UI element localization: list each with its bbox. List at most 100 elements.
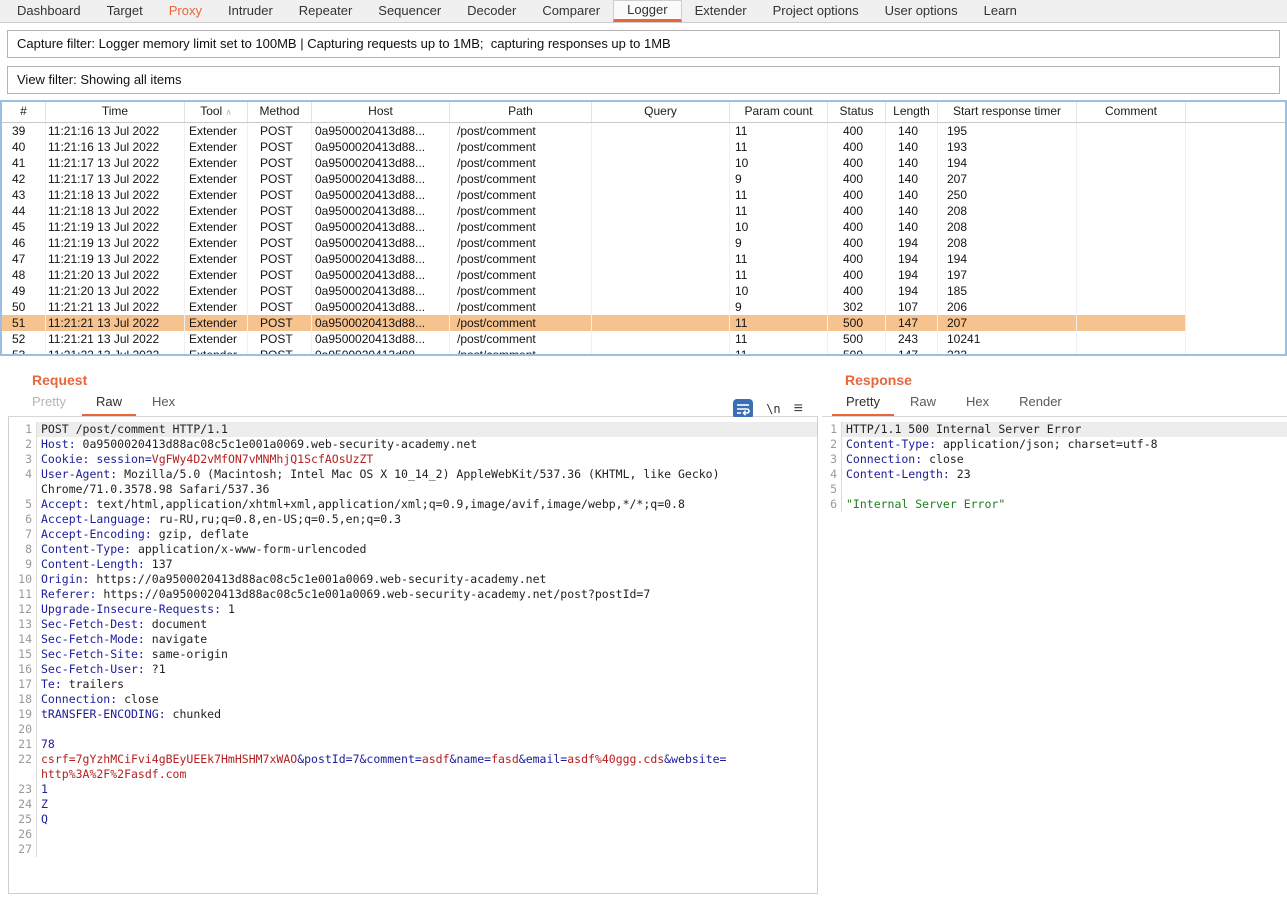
cell: POST: [248, 219, 312, 235]
word-wrap-icon[interactable]: [733, 399, 753, 419]
tab-raw[interactable]: Raw: [896, 390, 950, 416]
editor-line: 24Z: [9, 797, 817, 812]
cell: 45: [2, 219, 46, 235]
line-number: 6: [822, 497, 842, 512]
view-filter-bar[interactable]: View filter: Showing all items: [7, 66, 1280, 94]
table-row[interactable]: 5111:21:21 13 Jul 2022ExtenderPOST0a9500…: [2, 315, 1186, 331]
capture-filter-bar[interactable]: Capture filter: Logger memory limit set …: [7, 30, 1280, 58]
cell: 11: [730, 187, 828, 203]
tab-render[interactable]: Render: [1005, 390, 1076, 416]
table-row[interactable]: 3911:21:16 13 Jul 2022ExtenderPOST0a9500…: [2, 123, 1186, 139]
cell: 400: [828, 267, 886, 283]
line-content: Z: [37, 797, 817, 812]
cell: [592, 235, 730, 251]
cell: 0a9500020413d88...: [312, 251, 450, 267]
line-number: 9: [9, 557, 37, 572]
cell: POST: [248, 299, 312, 315]
column-header-startresponsetimer[interactable]: Start response timer: [938, 102, 1077, 122]
table-row[interactable]: 4611:21:19 13 Jul 2022ExtenderPOST0a9500…: [2, 235, 1186, 251]
cell: POST: [248, 171, 312, 187]
tab-dashboard[interactable]: Dashboard: [4, 0, 94, 22]
cell: 0a9500020413d88...: [312, 299, 450, 315]
table-row[interactable]: 5011:21:21 13 Jul 2022ExtenderPOST0a9500…: [2, 299, 1186, 315]
table-row[interactable]: 4111:21:17 13 Jul 2022ExtenderPOST0a9500…: [2, 155, 1186, 171]
cell: /post/comment: [450, 123, 592, 139]
table-row[interactable]: 4211:21:17 13 Jul 2022ExtenderPOST0a9500…: [2, 171, 1186, 187]
response-editor[interactable]: 1HTTP/1.1 500 Internal Server Error2Cont…: [822, 417, 1287, 900]
cell: [592, 331, 730, 347]
cell: Extender: [185, 347, 248, 355]
table-row[interactable]: 4911:21:20 13 Jul 2022ExtenderPOST0a9500…: [2, 283, 1186, 299]
cell: /post/comment: [450, 315, 592, 331]
column-header-method[interactable]: Method: [248, 102, 312, 122]
tab-learn[interactable]: Learn: [971, 0, 1030, 22]
newline-toggle-icon[interactable]: \n: [766, 402, 780, 416]
editor-line: 8Content-Type: application/x-www-form-ur…: [9, 542, 817, 557]
column-header-query[interactable]: Query: [592, 102, 730, 122]
table-row[interactable]: 5311:21:22 13 Jul 2022ExtenderPOST0a9500…: [2, 347, 1186, 355]
line-content: http%3A%2F%2Fasdf.com: [37, 767, 817, 782]
cell: 52: [2, 331, 46, 347]
cell: POST: [248, 235, 312, 251]
editor-line: 20: [9, 722, 817, 737]
cell: 194: [886, 251, 938, 267]
editor-line: 27: [9, 842, 817, 857]
cell: 42: [2, 171, 46, 187]
column-header-[interactable]: #: [2, 102, 46, 122]
tab-hex[interactable]: Hex: [952, 390, 1003, 416]
tab-user-options[interactable]: User options: [872, 0, 971, 22]
cell: [1077, 299, 1186, 315]
cell: 40: [2, 139, 46, 155]
tab-comparer[interactable]: Comparer: [529, 0, 613, 22]
column-header-tool[interactable]: Tool∧: [185, 102, 248, 122]
cell: /post/comment: [450, 331, 592, 347]
editor-line: 11Referer: https://0a9500020413d88ac08c5…: [9, 587, 817, 602]
tab-target[interactable]: Target: [94, 0, 156, 22]
cell: 207: [938, 315, 1077, 331]
column-header-host[interactable]: Host: [312, 102, 450, 122]
cell: 11:21:21 13 Jul 2022: [46, 331, 185, 347]
tab-intruder[interactable]: Intruder: [215, 0, 286, 22]
cell: 11:21:20 13 Jul 2022: [46, 283, 185, 299]
request-editor[interactable]: 1POST /post/comment HTTP/1.12Host: 0a950…: [8, 417, 818, 894]
table-row[interactable]: 4811:21:20 13 Jul 2022ExtenderPOST0a9500…: [2, 267, 1186, 283]
tab-extender[interactable]: Extender: [682, 0, 760, 22]
table-row[interactable]: 4411:21:18 13 Jul 2022ExtenderPOST0a9500…: [2, 203, 1186, 219]
line-number: 13: [9, 617, 37, 632]
tab-decoder[interactable]: Decoder: [454, 0, 529, 22]
table-row[interactable]: 4311:21:18 13 Jul 2022ExtenderPOST0a9500…: [2, 187, 1186, 203]
menu-icon[interactable]: ≡: [794, 399, 803, 419]
capture-filter-text: Capture filter: Logger memory limit set …: [17, 36, 671, 51]
cell: 197: [938, 267, 1077, 283]
tab-proxy[interactable]: Proxy: [156, 0, 215, 22]
column-header-length[interactable]: Length: [886, 102, 938, 122]
cell: [1077, 203, 1186, 219]
column-header-status[interactable]: Status: [828, 102, 886, 122]
tab-pretty[interactable]: Pretty: [832, 390, 894, 416]
table-row[interactable]: 4011:21:16 13 Jul 2022ExtenderPOST0a9500…: [2, 139, 1186, 155]
cell: 185: [938, 283, 1077, 299]
tab-hex[interactable]: Hex: [138, 390, 189, 416]
editor-line: 17Te: trailers: [9, 677, 817, 692]
cell: [1077, 283, 1186, 299]
column-header-paramcount[interactable]: Param count: [730, 102, 828, 122]
line-content: "Internal Server Error": [842, 497, 1287, 512]
tab-project-options[interactable]: Project options: [760, 0, 872, 22]
table-row[interactable]: 5211:21:21 13 Jul 2022ExtenderPOST0a9500…: [2, 331, 1186, 347]
cell: 0a9500020413d88...: [312, 283, 450, 299]
tab-logger[interactable]: Logger: [613, 0, 681, 22]
tab-sequencer[interactable]: Sequencer: [365, 0, 454, 22]
cell: 11:21:17 13 Jul 2022: [46, 155, 185, 171]
line-number: 27: [9, 842, 37, 857]
tab-repeater[interactable]: Repeater: [286, 0, 365, 22]
line-number: 2: [9, 437, 37, 452]
table-body: 3911:21:16 13 Jul 2022ExtenderPOST0a9500…: [2, 123, 1285, 355]
column-header-comment[interactable]: Comment: [1077, 102, 1186, 122]
table-row[interactable]: 4711:21:19 13 Jul 2022ExtenderPOST0a9500…: [2, 251, 1186, 267]
tab-raw[interactable]: Raw: [82, 390, 136, 416]
tab-pretty[interactable]: Pretty: [18, 390, 80, 416]
cell: 10: [730, 283, 828, 299]
column-header-time[interactable]: Time: [46, 102, 185, 122]
column-header-path[interactable]: Path: [450, 102, 592, 122]
table-row[interactable]: 4511:21:19 13 Jul 2022ExtenderPOST0a9500…: [2, 219, 1186, 235]
